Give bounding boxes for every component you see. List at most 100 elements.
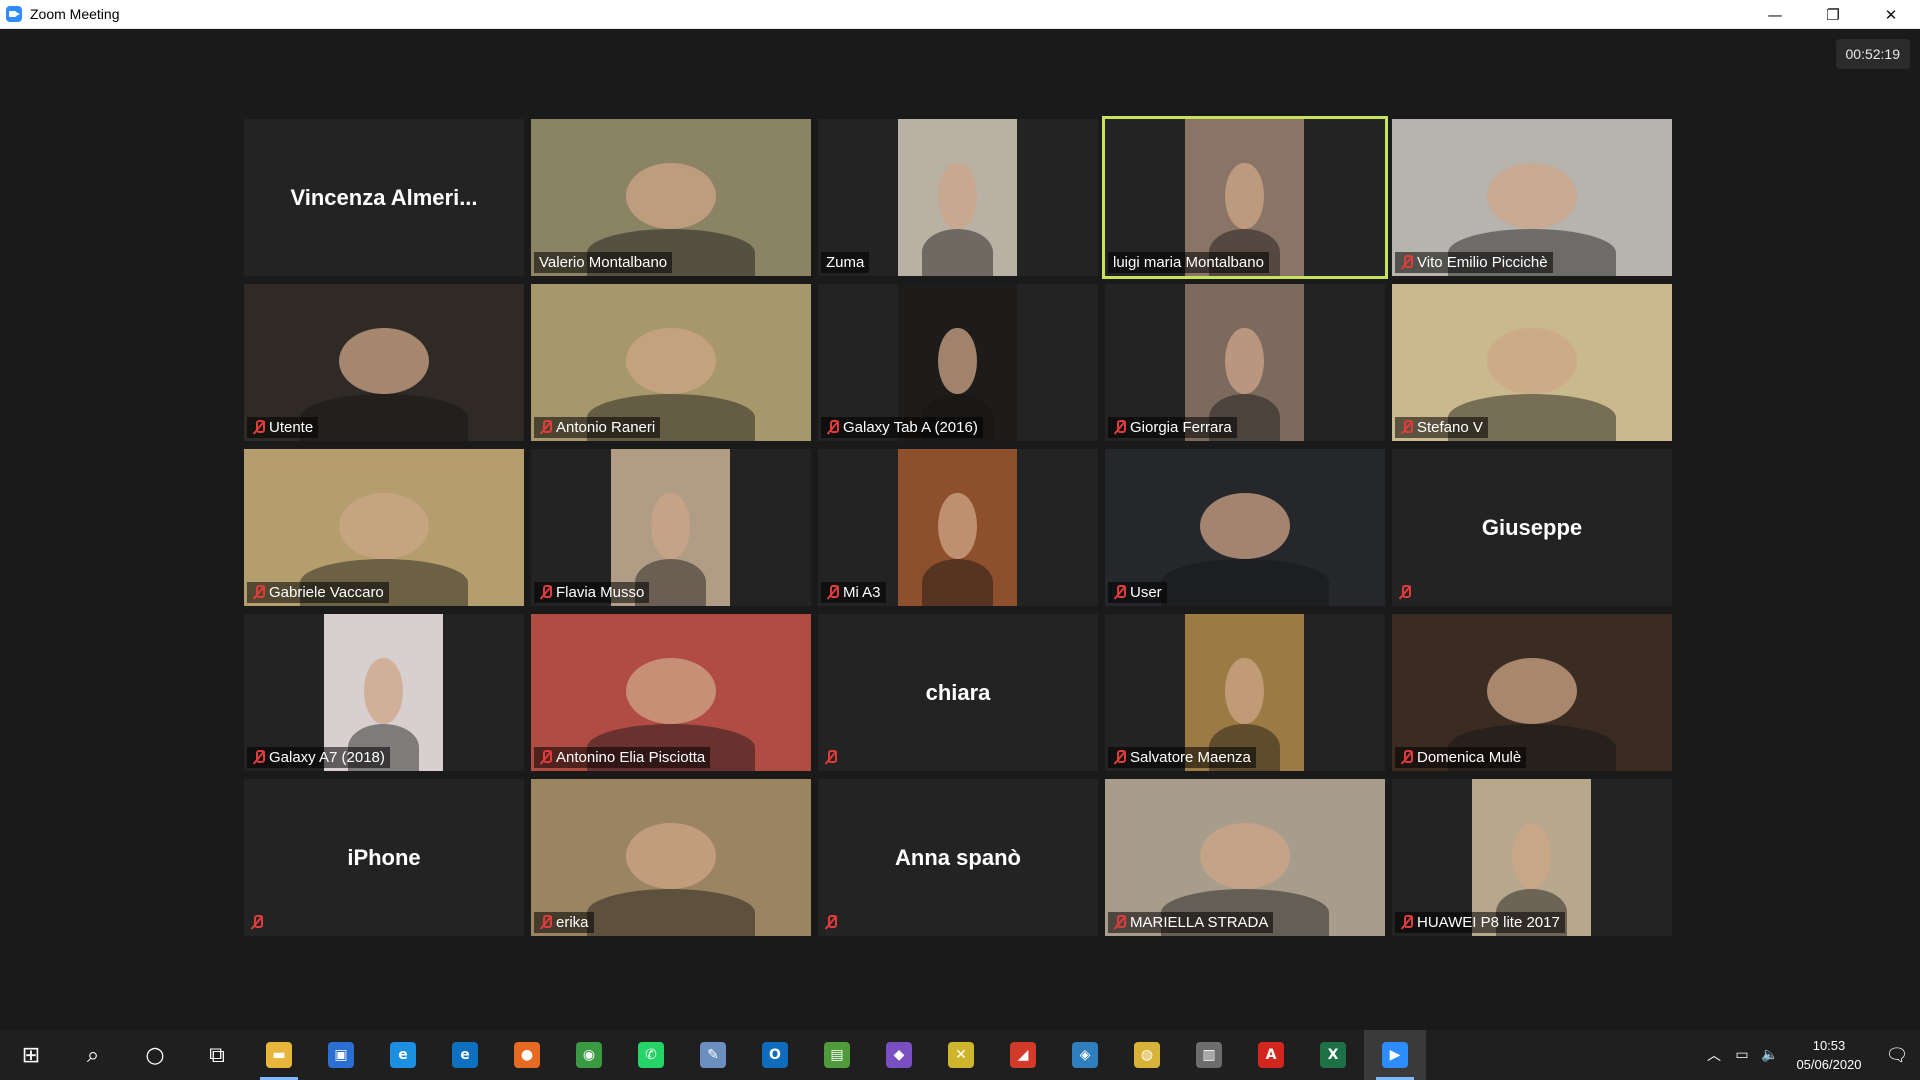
minimize-button[interactable]: — (1746, 0, 1804, 29)
taskbar-item[interactable]: ● (496, 1030, 558, 1080)
participant-tile[interactable]: Salvatore Maenza (1105, 614, 1385, 771)
person-silhouette-body (921, 228, 994, 276)
app-icon-server: ▥ (1196, 1042, 1222, 1068)
restore-button[interactable]: ❐ (1804, 0, 1862, 29)
taskbar-item[interactable]: e (434, 1030, 496, 1080)
person-silhouette-head (938, 327, 977, 394)
participant-name: Galaxy A7 (2018) (269, 749, 385, 766)
start-icon: ⊞ (18, 1042, 44, 1068)
zoom-app-icon (6, 6, 22, 22)
participant-name-label: User (1108, 582, 1167, 603)
taskbar-item[interactable]: ✆ (620, 1030, 682, 1080)
participant-name: Stefano V (1417, 419, 1483, 436)
participant-tile[interactable]: Vincenza Almeri... (244, 119, 524, 276)
participant-tile[interactable]: luigi maria Montalbano (1102, 116, 1388, 279)
participant-display-name: Anna spanò (895, 844, 1021, 870)
participant-name-label: Valerio Montalbano (534, 252, 673, 273)
participant-tile[interactable]: Stefano V (1392, 284, 1672, 441)
mic-muted-icon (826, 585, 839, 600)
show-hidden-icons-icon[interactable]: ︿ (1700, 1030, 1728, 1080)
taskbar-item[interactable]: ⊞ (0, 1030, 62, 1080)
participant-tile[interactable]: MARIELLA STRADA (1105, 779, 1385, 936)
participant-name-label: Salvatore Maenza (1108, 747, 1256, 768)
excel-icon: X (1320, 1042, 1346, 1068)
person-silhouette-head (1225, 162, 1264, 229)
taskbar-item[interactable]: ◉ (558, 1030, 620, 1080)
person-silhouette-head (1512, 822, 1551, 889)
taskbar-item[interactable]: ○ (124, 1030, 186, 1080)
notification-center-icon[interactable]: 🗨 (1874, 1030, 1920, 1080)
participant-tile[interactable]: Giorgia Ferrara (1105, 284, 1385, 441)
taskbar-item[interactable]: ◢ (992, 1030, 1054, 1080)
taskbar-item[interactable]: ▬ (248, 1030, 310, 1080)
participant-display-name: Vincenza Almeri... (290, 184, 478, 210)
taskbar-item[interactable]: ⧉ (186, 1030, 248, 1080)
mic-muted-icon (250, 915, 263, 930)
participant-name-label: Antonino Elia Pisciotta (534, 747, 711, 768)
participant-tile[interactable]: HUAWEI P8 lite 2017 (1392, 779, 1672, 936)
participant-name: Antonino Elia Pisciotta (556, 749, 706, 766)
taskbar-item[interactable]: e (372, 1030, 434, 1080)
participant-tile[interactable]: Gabriele Vaccaro (244, 449, 524, 606)
participant-tile[interactable]: Mi A3 (818, 449, 1098, 606)
meeting-timer: 00:52:19 (1835, 39, 1910, 69)
close-button[interactable]: ✕ (1862, 0, 1920, 29)
app-icon-colorful: ◈ (1072, 1042, 1098, 1068)
mic-muted-icon (1400, 255, 1413, 270)
participant-name: Antonio Raneri (556, 419, 656, 436)
taskbar-item[interactable]: ◍ (1116, 1030, 1178, 1080)
mic-muted-icon (824, 915, 837, 930)
taskbar-item[interactable]: O (744, 1030, 806, 1080)
participant-tile[interactable]: Giuseppe (1392, 449, 1672, 606)
taskbar-item[interactable]: X (1302, 1030, 1364, 1080)
network-icon[interactable]: ▭ (1728, 1030, 1756, 1080)
person-silhouette-body (587, 888, 755, 936)
taskbar-item[interactable]: ✎ (682, 1030, 744, 1080)
participant-tile[interactable]: Valerio Montalbano (531, 119, 811, 276)
mic-muted-icon (1113, 915, 1126, 930)
participant-video (898, 449, 1017, 606)
taskbar-item[interactable]: ▤ (806, 1030, 868, 1080)
participant-tile[interactable]: Galaxy Tab A (2016) (818, 284, 1098, 441)
mic-muted-icon (252, 750, 265, 765)
participant-tile[interactable]: Utente (244, 284, 524, 441)
participant-name-label: Vito Emilio Piccichè (1395, 252, 1553, 273)
person-silhouette-head (1225, 657, 1264, 724)
window-titlebar: Zoom Meeting — ❐ ✕ (0, 0, 1920, 29)
participant-tile[interactable]: iPhone (244, 779, 524, 936)
taskbar-item[interactable]: ▶ (1364, 1030, 1426, 1080)
volume-icon[interactable]: 🔈 (1756, 1030, 1784, 1080)
taskbar-item[interactable]: ▣ (310, 1030, 372, 1080)
participant-tile[interactable]: Vito Emilio Piccichè (1392, 119, 1672, 276)
participant-tile[interactable]: User (1105, 449, 1385, 606)
participant-name: erika (556, 914, 589, 931)
participant-name: Mi A3 (843, 584, 881, 601)
participant-tile[interactable]: chiara (818, 614, 1098, 771)
participant-name: User (1130, 584, 1162, 601)
person-silhouette-head (364, 657, 403, 724)
participant-tile[interactable]: Anna spanò (818, 779, 1098, 936)
participant-tile[interactable]: Galaxy A7 (2018) (244, 614, 524, 771)
zoom-icon: ▶ (1382, 1042, 1408, 1068)
taskbar-item[interactable]: ◈ (1054, 1030, 1116, 1080)
taskbar-item[interactable]: ▥ (1178, 1030, 1240, 1080)
participant-tile[interactable]: Domenica Mulè (1392, 614, 1672, 771)
participant-name-label: luigi maria Montalbano (1108, 252, 1269, 273)
participant-tile[interactable]: Antonio Raneri (531, 284, 811, 441)
taskbar-item[interactable]: A (1240, 1030, 1302, 1080)
taskbar-item[interactable]: ✕ (930, 1030, 992, 1080)
participant-tile[interactable]: Antonino Elia Pisciotta (531, 614, 811, 771)
participant-name-label: MARIELLA STRADA (1108, 912, 1274, 933)
system-clock[interactable]: 10:53 05/06/2020 (1784, 1036, 1874, 1074)
participant-name: Vito Emilio Piccichè (1417, 254, 1548, 271)
participant-name: Galaxy Tab A (2016) (843, 419, 978, 436)
participant-name: Valerio Montalbano (539, 254, 668, 271)
taskbar-item[interactable]: ◆ (868, 1030, 930, 1080)
tool-icon: ✎ (700, 1042, 726, 1068)
participant-tile[interactable]: Flavia Musso (531, 449, 811, 606)
taskbar-item[interactable]: ⌕ (62, 1030, 124, 1080)
participant-tile[interactable]: Zuma (818, 119, 1098, 276)
participant-tile[interactable]: erika (531, 779, 811, 936)
task-view-icon: ⧉ (204, 1042, 230, 1068)
participant-name-label: Giorgia Ferrara (1108, 417, 1237, 438)
